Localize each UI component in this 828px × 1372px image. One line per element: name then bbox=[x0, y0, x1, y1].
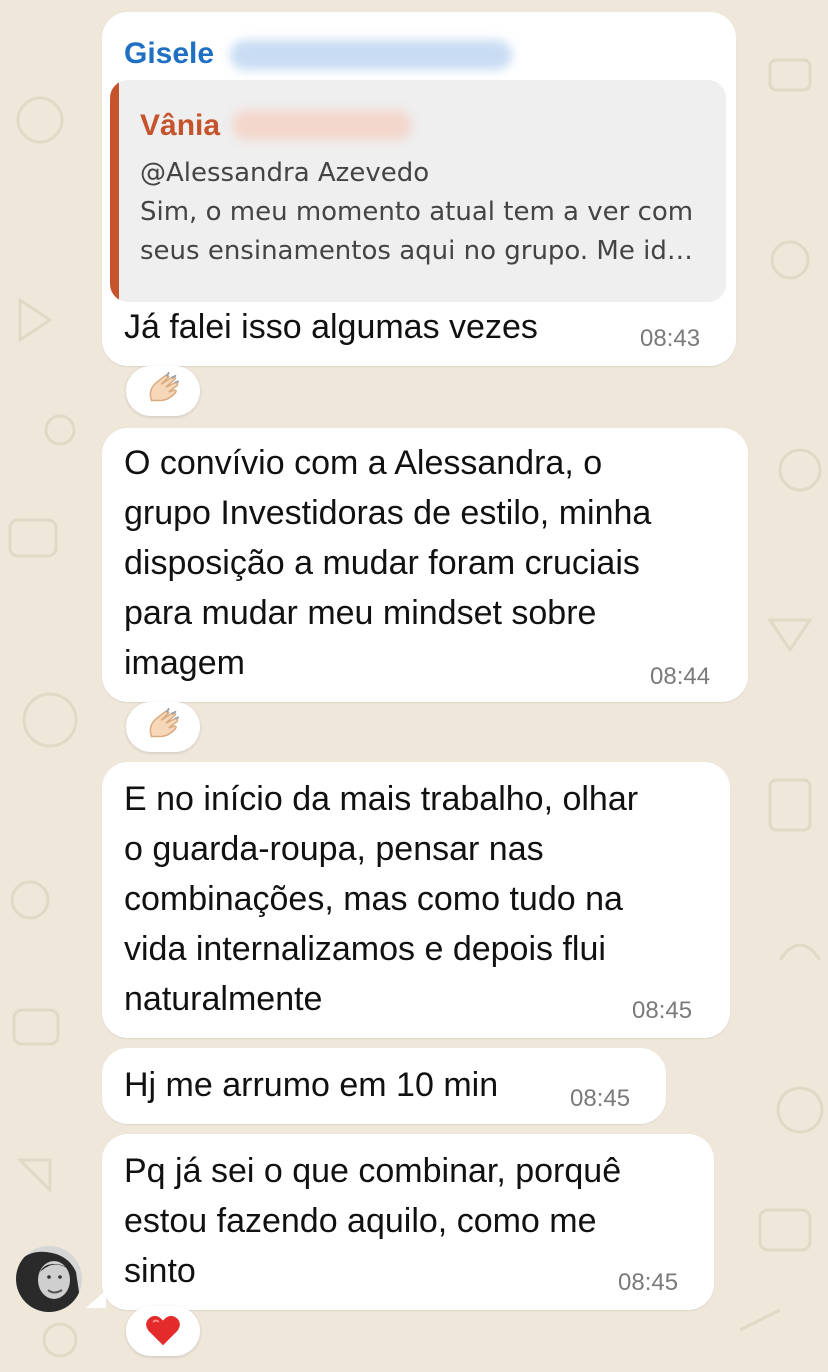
message-bubble[interactable]: Pq já sei o que combinar, porquê estou f… bbox=[102, 1134, 714, 1310]
message-text: Já falei isso algumas vezes bbox=[124, 308, 538, 346]
message-text: E no início da mais trabalho, olhar bbox=[124, 780, 639, 818]
message-text: naturalmente bbox=[124, 980, 323, 1018]
reaction-badge[interactable] bbox=[126, 702, 200, 752]
message-text: para mudar meu mindset sobre bbox=[124, 594, 597, 632]
quoted-text-line: @Alessandra Azevedo bbox=[140, 158, 430, 188]
message-text: O convívio com a Alessandra, o bbox=[124, 444, 603, 482]
message-timestamp: 08:44 bbox=[650, 663, 711, 690]
message-text: disposição a mudar foram cruciais bbox=[124, 544, 640, 582]
message-text: estou fazendo aquilo, como me bbox=[124, 1202, 597, 1240]
clapping-hands-icon bbox=[149, 372, 180, 402]
quoted-text-line: seus ensinamentos aqui no grupo. Me id… bbox=[140, 236, 693, 266]
message-text: combinações, mas como tudo na bbox=[124, 880, 623, 918]
sender-avatar[interactable] bbox=[16, 1246, 82, 1312]
person-avatar-icon bbox=[16, 1246, 82, 1312]
message-text: vida internalizamos e depois flui bbox=[124, 930, 606, 968]
redacted-quoted-surname bbox=[232, 110, 412, 140]
clapping-hands-icon bbox=[149, 708, 180, 738]
message-timestamp: 08:45 bbox=[632, 997, 693, 1024]
quoted-text-line: Sim, o meu momento atual tem a ver com bbox=[140, 197, 694, 227]
message-timestamp: 08:43 bbox=[640, 325, 701, 352]
message-text: Pq já sei o que combinar, porquê bbox=[124, 1152, 622, 1190]
bubble-tail bbox=[86, 1290, 106, 1308]
message-timestamp: 08:45 bbox=[618, 1269, 679, 1296]
reaction-badge[interactable] bbox=[126, 366, 200, 416]
message-bubble[interactable]: E no início da mais trabalho, olhar o gu… bbox=[102, 762, 730, 1038]
message-text: imagem bbox=[124, 644, 245, 682]
red-heart-icon bbox=[146, 1315, 180, 1346]
message-text: sinto bbox=[124, 1252, 196, 1290]
message-bubble[interactable]: Hj me arrumo em 10 min 08:45 bbox=[102, 1048, 666, 1124]
redacted-sender-surname bbox=[230, 40, 512, 70]
message-text: grupo Investidoras de estilo, minha bbox=[124, 494, 652, 532]
quote-accent-bar bbox=[110, 80, 119, 302]
message-text: o guarda-roupa, pensar nas bbox=[124, 830, 544, 868]
quoted-reply[interactable]: Vânia @Alessandra Azevedo Sim, o meu mom… bbox=[110, 80, 726, 302]
message-text: Hj me arrumo em 10 min bbox=[124, 1066, 499, 1104]
message-bubble[interactable]: O convívio com a Alessandra, o grupo Inv… bbox=[102, 428, 748, 702]
reaction-badge[interactable] bbox=[126, 1306, 200, 1356]
quoted-sender-name: Vânia bbox=[140, 109, 221, 142]
message-bubble[interactable]: Gisele Vânia @Alessandra Azevedo Sim, o … bbox=[102, 12, 736, 366]
sender-name[interactable]: Gisele bbox=[124, 34, 214, 74]
message-timestamp: 08:45 bbox=[570, 1085, 631, 1112]
